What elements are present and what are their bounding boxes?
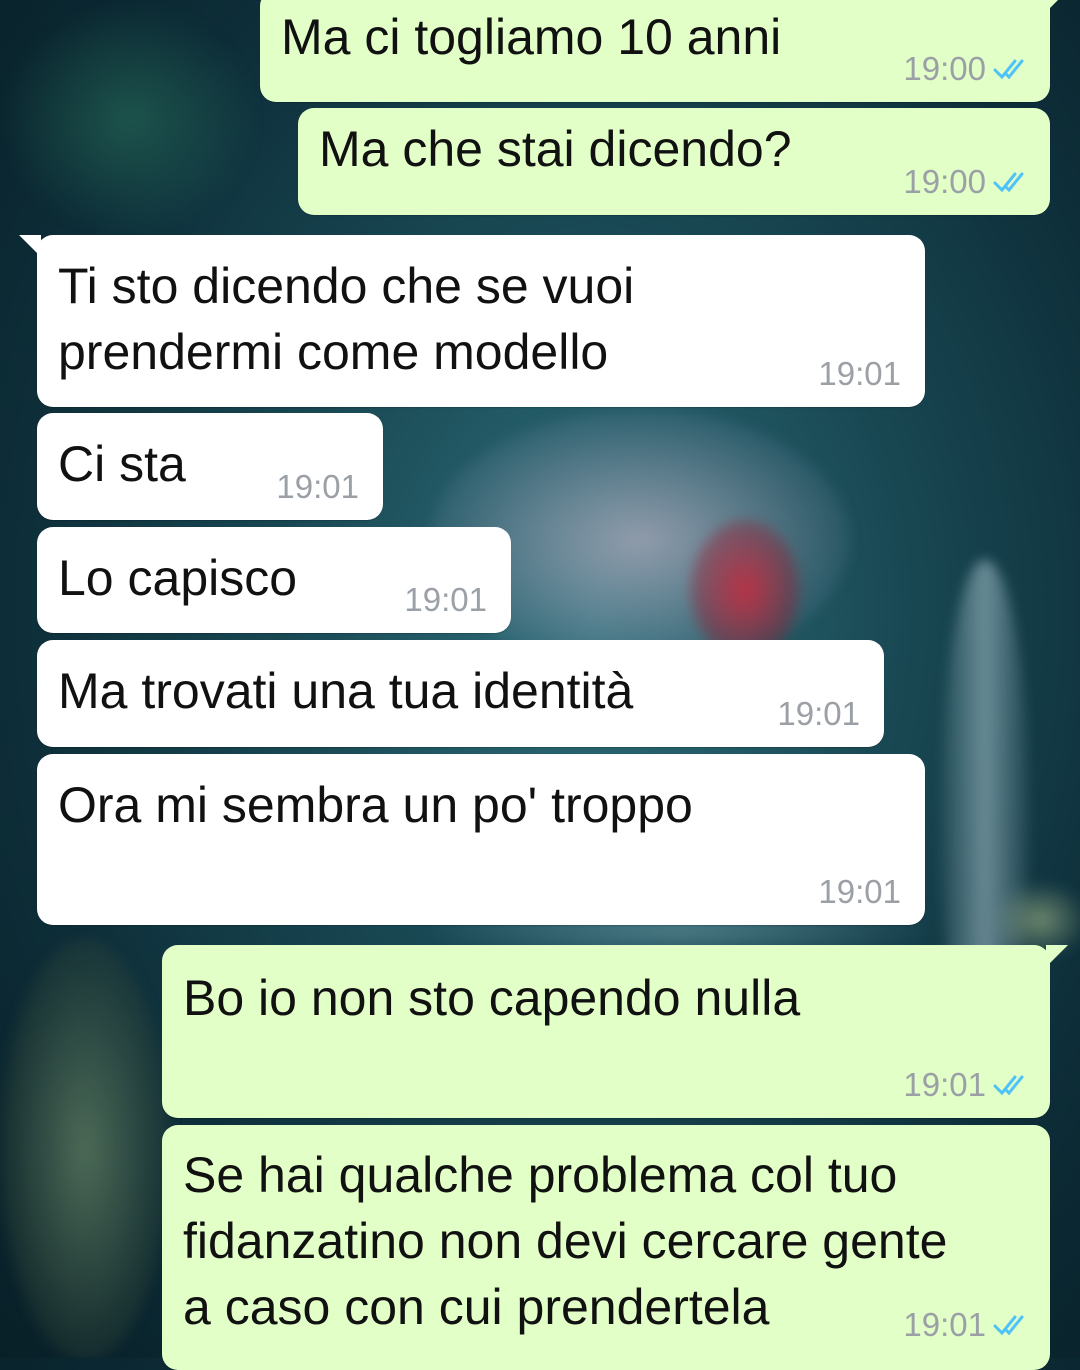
message-text: Lo capisco [58,550,298,606]
message-bubble-incoming[interactable]: Lo capisco 19:01 [37,527,511,633]
message-bubble-outgoing[interactable]: Se hai qualche problema col tuo fidanzat… [162,1125,1050,1370]
message-bubble-outgoing[interactable]: Bo io non sto capendo nulla 19:01 [162,945,1068,1118]
message-bubble-incoming[interactable]: Ti sto dicendo che se vuoi prendermi com… [19,235,925,407]
message-time: 19:00 [903,50,986,87]
double-check-read-icon [993,59,1024,80]
message-text: Ma che stai dicendo? [319,121,792,177]
message-meta: 19:00 [903,163,1028,201]
message-meta: 19:01 [818,355,901,393]
message-meta: 19:00 [903,50,1028,88]
message-bubble-incoming[interactable]: Ci sta 19:01 [37,413,383,520]
message-text: Ma ci togliamo 10 anni [281,9,782,65]
message-meta: 19:01 [818,873,901,911]
double-check-read-icon [993,1315,1024,1336]
message-text: Ma trovati una tua identità [58,663,634,719]
message-bubble-incoming[interactable]: Ma trovati una tua identità 19:01 [37,640,884,747]
message-meta: 19:01 [903,1066,1028,1104]
message-meta: 19:01 [276,468,359,506]
double-check-read-icon [993,1075,1024,1096]
message-bubble-outgoing[interactable]: Ma ci togliamo 10 anni 19:00 [260,0,1068,102]
message-time: 19:01 [903,1066,986,1103]
double-check-read-icon [993,172,1024,193]
message-meta: 19:01 [777,695,860,733]
message-time: 19:01 [404,581,487,618]
message-text: Ci sta [58,436,186,492]
message-time: 19:00 [903,163,986,200]
message-time: 19:01 [818,355,901,392]
message-text: Se hai qualche problema col tuo fidanzat… [183,1147,948,1335]
message-time: 19:01 [903,1306,986,1343]
message-meta: 19:01 [404,581,487,619]
message-bubble-outgoing[interactable]: Ma che stai dicendo? 19:00 [298,108,1050,215]
message-time: 19:01 [276,468,359,505]
message-text: Ti sto dicendo che se vuoi prendermi com… [58,258,635,380]
message-time: 19:01 [818,873,901,910]
message-time: 19:01 [777,695,860,732]
message-bubble-incoming[interactable]: Ora mi sembra un po' troppo 19:01 [37,754,925,925]
message-text: Ora mi sembra un po' troppo [58,777,693,833]
message-text: Bo io non sto capendo nulla [183,970,801,1026]
message-meta: 19:01 [903,1306,1028,1344]
